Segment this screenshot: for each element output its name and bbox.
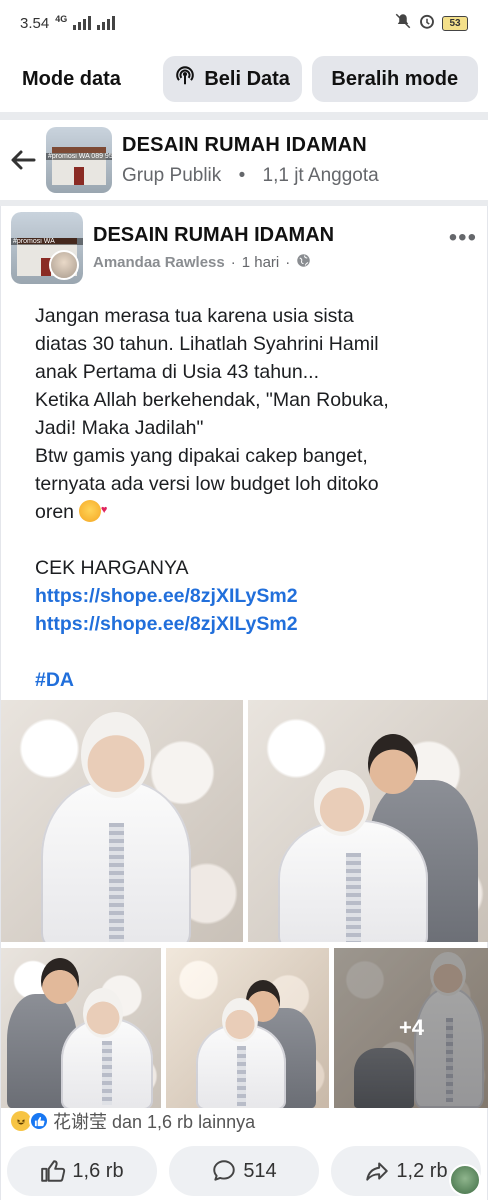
status-bar: 3.54 4G 53: [0, 0, 488, 46]
more-photos-count: +4: [398, 1015, 425, 1040]
post-text-line: Jadi! Maka Jadilah": [35, 417, 204, 439]
share-icon: [366, 1162, 389, 1181]
like-count: 1,6 rb: [72, 1159, 124, 1182]
post-link[interactable]: https://shope.ee/8zjXILySm2: [35, 610, 465, 638]
post-group-name[interactable]: DESAIN RUMAH IDAMAN: [93, 224, 449, 247]
buy-data-label: Beli Data: [204, 67, 290, 90]
post-time[interactable]: 1 hari: [242, 254, 280, 271]
back-arrow-icon: [11, 150, 36, 170]
switch-mode-button[interactable]: Beralih mode: [311, 56, 478, 102]
post-actions: 1,6 rb 514 1,2 rb: [1, 1146, 488, 1196]
broadcast-icon: [174, 65, 196, 93]
more-options-icon[interactable]: •••: [449, 224, 477, 252]
post-photo[interactable]: [166, 948, 329, 1108]
post-text-line: diatas 30 tahun. Lihatlah Syahrini Hamil: [35, 333, 379, 355]
post-text-line: ternyata ada versi low budget loh ditoko: [35, 473, 379, 495]
reactions-summary[interactable]: 花谢莹 dan 1,6 rb lainnya: [11, 1108, 255, 1134]
post-text-line-last: oren: [35, 496, 465, 526]
author-avatar[interactable]: [49, 250, 79, 280]
avatar-caption: #promosi WA: [11, 238, 83, 245]
post-text-line: Ketika Allah berkehendak, "Man Robuka,: [35, 389, 389, 411]
user-avatar[interactable]: [449, 1164, 481, 1196]
post-photo[interactable]: [248, 700, 488, 942]
group-name[interactable]: DESAIN RUMAH IDAMAN: [122, 134, 379, 157]
post-text-line: anak Pertama di Usia 43 tahun...: [35, 361, 319, 383]
comment-icon: [213, 1160, 236, 1181]
thumbnail-caption: #promosi WA 089 956: [46, 153, 112, 160]
group-header: #promosi WA 089 956 DESAIN RUMAH IDAMAN …: [0, 120, 488, 200]
switch-mode-label: Beralih mode: [331, 67, 459, 90]
buy-data-button[interactable]: Beli Data: [162, 56, 302, 102]
battery-icon: 53: [442, 15, 468, 31]
separator-dot: ·: [285, 254, 291, 271]
share-count: 1,2 rb: [396, 1159, 448, 1182]
post-text: Jangan merasa tua karena usia sista diat…: [35, 302, 465, 694]
like-button[interactable]: 1,6 rb: [7, 1146, 157, 1196]
separator-dot: •: [238, 164, 246, 186]
group-subtitle: Grup Publik • 1,1 jt Anggota: [122, 165, 379, 187]
post-text-line: Btw gamis yang dipakai cakep banget,: [35, 445, 368, 467]
smiling-hearts-emoji-icon: [79, 496, 107, 524]
group-members: 1,1 jt Anggota: [262, 164, 379, 186]
signal-icon-2: [97, 16, 116, 30]
post-link[interactable]: https://shope.ee/8zjXILySm2: [35, 582, 465, 610]
more-photos-overlay[interactable]: +4: [334, 948, 488, 1108]
post-photo-more[interactable]: +4: [334, 948, 488, 1108]
divider: [0, 112, 488, 120]
reactions-text: 花谢莹 dan 1,6 rb lainnya: [53, 1112, 256, 1132]
group-thumbnail[interactable]: #promosi WA 089 956: [46, 127, 112, 193]
post-subtitle: Amandaa Rawless · 1 hari ·: [93, 253, 449, 272]
data-mode-bar: Mode data Beli Data Beralih mode: [0, 46, 488, 112]
status-time: 3.54: [20, 14, 50, 32]
haha-reaction-icon: [11, 1111, 31, 1131]
post-card: #promosi WA DESAIN RUMAH IDAMAN Amandaa …: [0, 206, 488, 1200]
post-text-line: Jangan merasa tua karena usia sista: [35, 305, 354, 327]
signal-icon: [73, 16, 92, 30]
like-reaction-icon: [29, 1111, 49, 1131]
group-privacy: Grup Publik: [122, 164, 222, 186]
separator-dot: ·: [230, 254, 236, 271]
mute-icon: [394, 12, 412, 34]
post-author[interactable]: Amandaa Rawless: [93, 254, 225, 271]
post-cta: CEK HARGANYA: [35, 557, 189, 579]
post-group-avatar[interactable]: #promosi WA: [11, 212, 83, 284]
post-photo[interactable]: [1, 948, 161, 1108]
post-photo[interactable]: [1, 700, 243, 942]
alarm-icon: [418, 12, 436, 34]
globe-icon: [296, 253, 311, 272]
comment-button[interactable]: 514: [169, 1146, 319, 1196]
mode-data-label: Mode data: [22, 67, 121, 90]
post-hashtag[interactable]: #DA: [35, 666, 465, 694]
network-type: 4G: [55, 14, 68, 24]
thumbs-up-icon: [41, 1160, 66, 1182]
comment-count: 514: [243, 1159, 277, 1182]
post-header: #promosi WA DESAIN RUMAH IDAMAN Amandaa …: [11, 210, 481, 286]
back-button[interactable]: [0, 149, 46, 171]
